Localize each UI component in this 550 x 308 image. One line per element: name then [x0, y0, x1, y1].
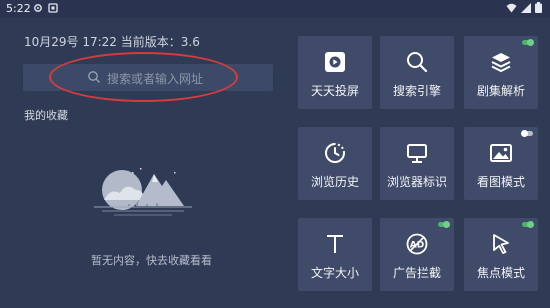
ad-block-toggle[interactable]	[438, 221, 450, 228]
status-bar: 5:22	[0, 0, 550, 18]
empty-state-illustration	[94, 168, 192, 216]
tile-label: 浏览历史	[310, 175, 359, 189]
tile-label: 搜索引擎	[392, 84, 441, 98]
favorites-title: 我的收藏	[24, 109, 68, 122]
tile-label: 剧集解析	[476, 84, 525, 98]
search-icon	[407, 52, 428, 73]
ad-block-icon: AD	[406, 233, 428, 255]
monitor-icon	[407, 144, 427, 163]
episode-parse-toggle[interactable]	[522, 39, 534, 46]
tile-episode-parse[interactable]: 剧集解析	[464, 36, 538, 109]
tile-label: 广告拦截	[392, 266, 441, 280]
tile-focus-mode[interactable]: 焦点模式	[464, 218, 538, 291]
history-icon	[325, 143, 345, 163]
focus-mode-toggle[interactable]	[522, 221, 534, 228]
date-version-info: 10月29号 17:22 当前版本：3.6	[24, 35, 200, 49]
tile-ad-block[interactable]: AD 广告拦截	[380, 218, 454, 291]
wifi-icon	[506, 3, 517, 12]
cursor-icon	[493, 234, 509, 254]
tile-label: 天天投屏	[310, 84, 359, 98]
settings-notification-icon	[34, 4, 42, 12]
search-icon	[88, 71, 100, 83]
screen-cast-icon	[325, 52, 345, 72]
tile-search-engine[interactable]: 搜索引擎	[380, 36, 454, 109]
app-notification-icon	[48, 3, 58, 13]
image-mode-toggle[interactable]	[521, 130, 533, 137]
search-input[interactable]: 搜索或者输入网址	[107, 70, 203, 87]
tile-image-mode[interactable]: 看图模式	[464, 127, 538, 200]
tile-history[interactable]: 浏览历史	[298, 127, 372, 200]
tile-label: 浏览器标识	[386, 175, 447, 189]
tile-text-size[interactable]: 文字大小	[298, 218, 372, 291]
tile-label: 文字大小	[310, 266, 359, 280]
battery-icon	[535, 2, 542, 13]
signal-icon	[521, 2, 531, 13]
status-time: 5:22	[6, 2, 31, 15]
tile-label: 看图模式	[476, 175, 525, 189]
tile-browser-ua[interactable]: 浏览器标识	[380, 127, 454, 200]
layers-icon	[491, 53, 511, 73]
text-size-icon	[327, 235, 343, 253]
empty-state-text: 暂无内容，快去收藏看看	[91, 254, 212, 267]
tile-label: 焦点模式	[476, 266, 525, 280]
image-icon	[490, 144, 512, 162]
search-bar[interactable]: 搜索或者输入网址	[23, 64, 273, 91]
tile-screen-cast[interactable]: 天天投屏	[298, 36, 372, 109]
svg-text:AD: AD	[410, 241, 424, 251]
